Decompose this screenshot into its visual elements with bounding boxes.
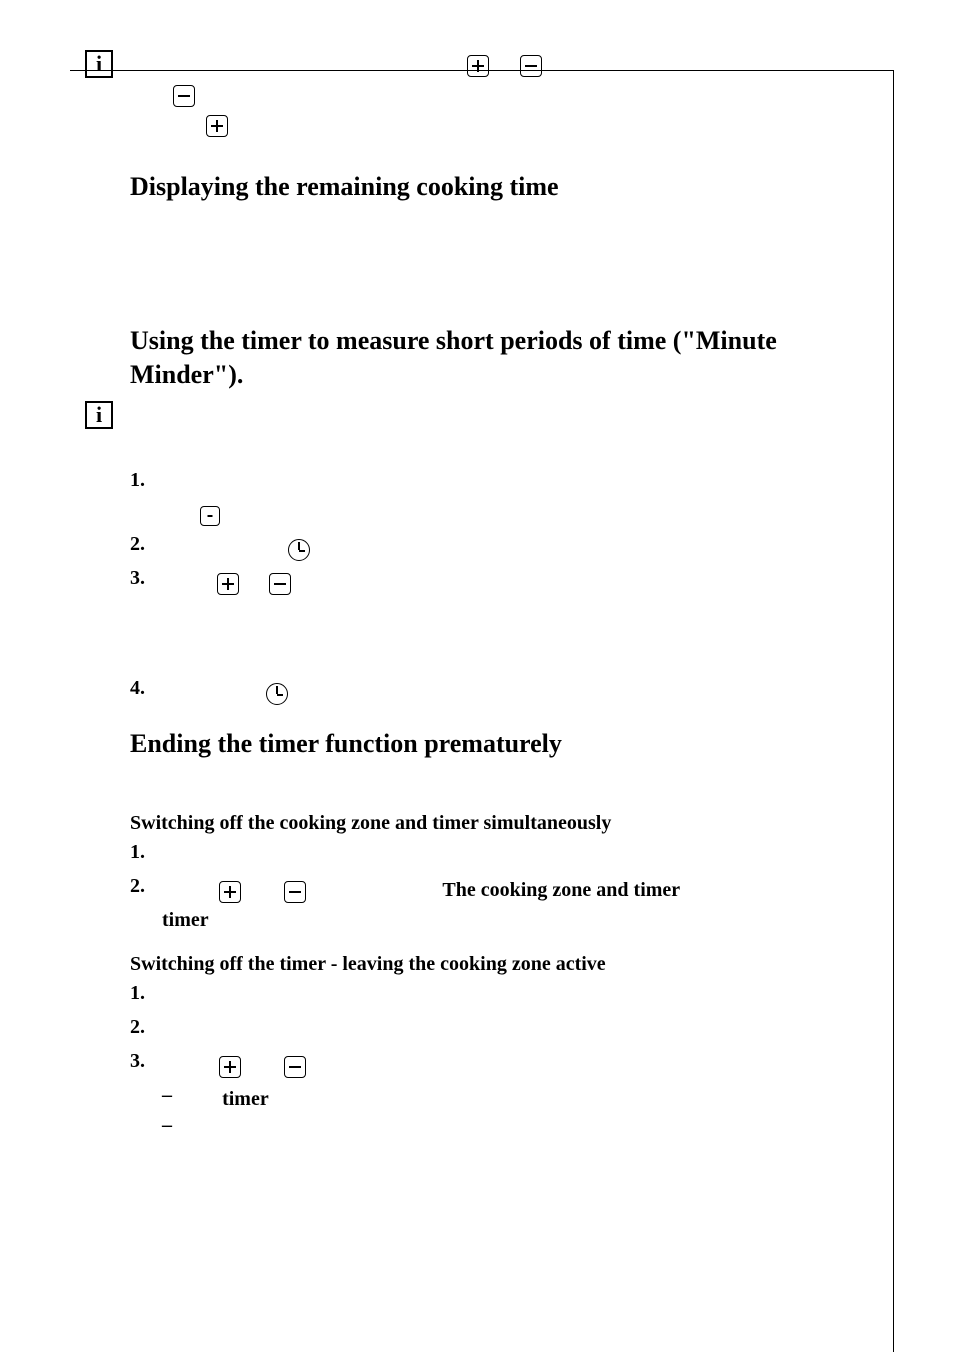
plus-icon: [219, 881, 241, 903]
page-number: 17: [866, 1301, 884, 1322]
plus-icon: [217, 573, 239, 595]
clock-icon: [288, 539, 310, 561]
minus-icon: [284, 881, 306, 903]
clock-icon: [266, 683, 288, 705]
plus-icon: [206, 115, 228, 137]
minus-icon: [520, 55, 542, 77]
small-minus-icon: [200, 506, 220, 526]
minus-icon: [269, 573, 291, 595]
minus-icon: [173, 85, 195, 107]
plus-icon: [467, 55, 489, 77]
minus-icon: [284, 1056, 306, 1078]
plus-icon: [219, 1056, 241, 1078]
